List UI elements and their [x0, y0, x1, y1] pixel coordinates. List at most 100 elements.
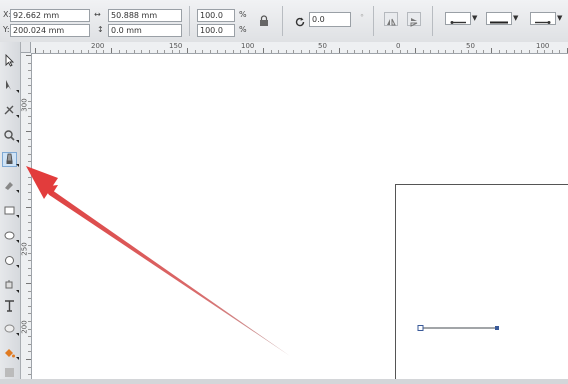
- width-field[interactable]: 50.888 mm: [108, 9, 182, 22]
- start-arrowhead-icon[interactable]: [445, 12, 471, 25]
- y-position-field[interactable]: 200.024 mm: [10, 24, 90, 37]
- ruler-tick: [285, 50, 287, 53]
- ruler-tick: [28, 275, 31, 277]
- ruler-tick: [118, 50, 120, 53]
- scale-height-field[interactable]: 100.0: [197, 24, 235, 37]
- ruler-tick: [301, 50, 302, 53]
- ruler-tick: [28, 351, 31, 353]
- zoom-tool-icon[interactable]: [3, 129, 19, 143]
- ruler-tick: [28, 366, 31, 368]
- scale-width-percent: %: [239, 10, 247, 19]
- ruler-tick: [156, 50, 158, 53]
- smart-fill-tool-icon[interactable]: [3, 179, 19, 193]
- ruler-tick: [28, 115, 31, 117]
- ruler-tick: [26, 207, 31, 208]
- ruler-tick: [28, 267, 31, 269]
- ruler-tick: [384, 50, 386, 53]
- ruler-tick: [28, 237, 31, 239]
- crop-tool-icon[interactable]: [3, 104, 19, 118]
- ruler-tick: [536, 50, 538, 53]
- mirror-horizontal-icon[interactable]: [384, 12, 398, 26]
- freehand-tool-icon[interactable]: [2, 152, 19, 167]
- ruler-tick: [28, 62, 31, 64]
- ruler-tick: [415, 48, 416, 53]
- ruler-tick: [28, 191, 31, 193]
- separator: [189, 6, 190, 36]
- ruler-tick: [187, 48, 188, 53]
- ruler-tick: [28, 199, 31, 201]
- ruler-tick: [28, 328, 31, 330]
- scale-width-field[interactable]: 100.0: [197, 9, 235, 22]
- ruler-tick: [225, 50, 226, 53]
- lock-ratio-icon[interactable]: [259, 12, 269, 26]
- ruler-tick: [28, 290, 31, 292]
- horizontal-ruler[interactable]: 200 150 100 50 0 50 100: [31, 42, 568, 54]
- ruler-tick: [28, 374, 31, 376]
- ruler-tick: [377, 50, 378, 53]
- ruler-tick: [28, 161, 31, 163]
- text-tool-icon[interactable]: [3, 299, 16, 312]
- ruler-tick: [73, 50, 74, 53]
- chevron-down-icon[interactable]: ▼: [557, 12, 562, 25]
- ruler-tick: [28, 252, 31, 254]
- ruler-tick: [308, 50, 310, 53]
- ellipse-tool-icon[interactable]: [3, 229, 19, 243]
- ruler-tick: [316, 50, 318, 53]
- ruler-label: 50: [318, 42, 327, 50]
- vertical-ruler[interactable]: 300 250 200: [21, 53, 32, 379]
- ruler-tick: [468, 50, 470, 53]
- ruler-tick: [255, 50, 257, 53]
- ruler-tick: [28, 108, 31, 110]
- ruler-tick: [529, 50, 530, 53]
- ruler-tick: [88, 50, 90, 53]
- y-label: Y:: [3, 25, 10, 34]
- ruler-tick: [28, 305, 31, 307]
- ruler-origin-corner[interactable]: [21, 42, 31, 53]
- ruler-tick: [491, 48, 492, 53]
- rectangle-tool-icon[interactable]: [3, 204, 19, 218]
- ruler-label: 50: [466, 42, 475, 50]
- pick-tool-icon[interactable]: [3, 53, 16, 67]
- shape-tool-icon[interactable]: [3, 79, 19, 93]
- chevron-down-icon[interactable]: ▼: [513, 12, 518, 25]
- page-border: [395, 184, 568, 379]
- scale-height-percent: %: [239, 25, 247, 34]
- ruler-tick: [28, 153, 31, 155]
- ruler-tick: [133, 50, 135, 53]
- ruler-tick: [164, 50, 166, 53]
- height-field[interactable]: 0.0 mm: [108, 24, 182, 37]
- ruler-tick: [28, 70, 31, 72]
- ruler-tick: [28, 222, 31, 224]
- ruler-tick: [263, 48, 264, 53]
- rotation-field[interactable]: 0.0: [309, 12, 351, 27]
- basic-shapes-tool-icon[interactable]: [3, 279, 19, 293]
- ruler-tick: [339, 48, 340, 53]
- ruler-label: 100: [536, 42, 550, 50]
- ruler-tick: [80, 50, 82, 53]
- table-tool-icon[interactable]: [3, 322, 19, 336]
- ruler-tick: [28, 85, 31, 87]
- x-position-field[interactable]: 92.662 mm: [10, 9, 90, 22]
- ruler-tick: [453, 50, 454, 53]
- mirror-vertical-icon[interactable]: [407, 12, 421, 27]
- ruler-tick: [247, 50, 249, 53]
- ruler-tick: [26, 131, 31, 132]
- ruler-tick: [26, 55, 31, 56]
- ruler-tick: [331, 50, 333, 53]
- ruler-tick: [422, 50, 424, 53]
- end-arrowhead-icon[interactable]: [530, 12, 556, 25]
- ruler-tick: [270, 50, 272, 53]
- line-style-icon[interactable]: [486, 12, 512, 25]
- fill-tool-icon[interactable]: [3, 346, 19, 360]
- ruler-tick: [240, 50, 242, 53]
- polygon-tool-icon[interactable]: [3, 254, 19, 268]
- separator: [432, 6, 433, 36]
- ruler-tick: [141, 50, 143, 53]
- ruler-tick: [28, 343, 31, 345]
- ruler-tick: [217, 50, 219, 53]
- height-icon: ↕: [97, 25, 104, 34]
- chevron-down-icon[interactable]: ▼: [472, 12, 477, 25]
- interactive-fill-tool-icon[interactable]: [3, 366, 16, 379]
- ruler-tick: [544, 50, 546, 53]
- ruler-tick: [513, 50, 515, 53]
